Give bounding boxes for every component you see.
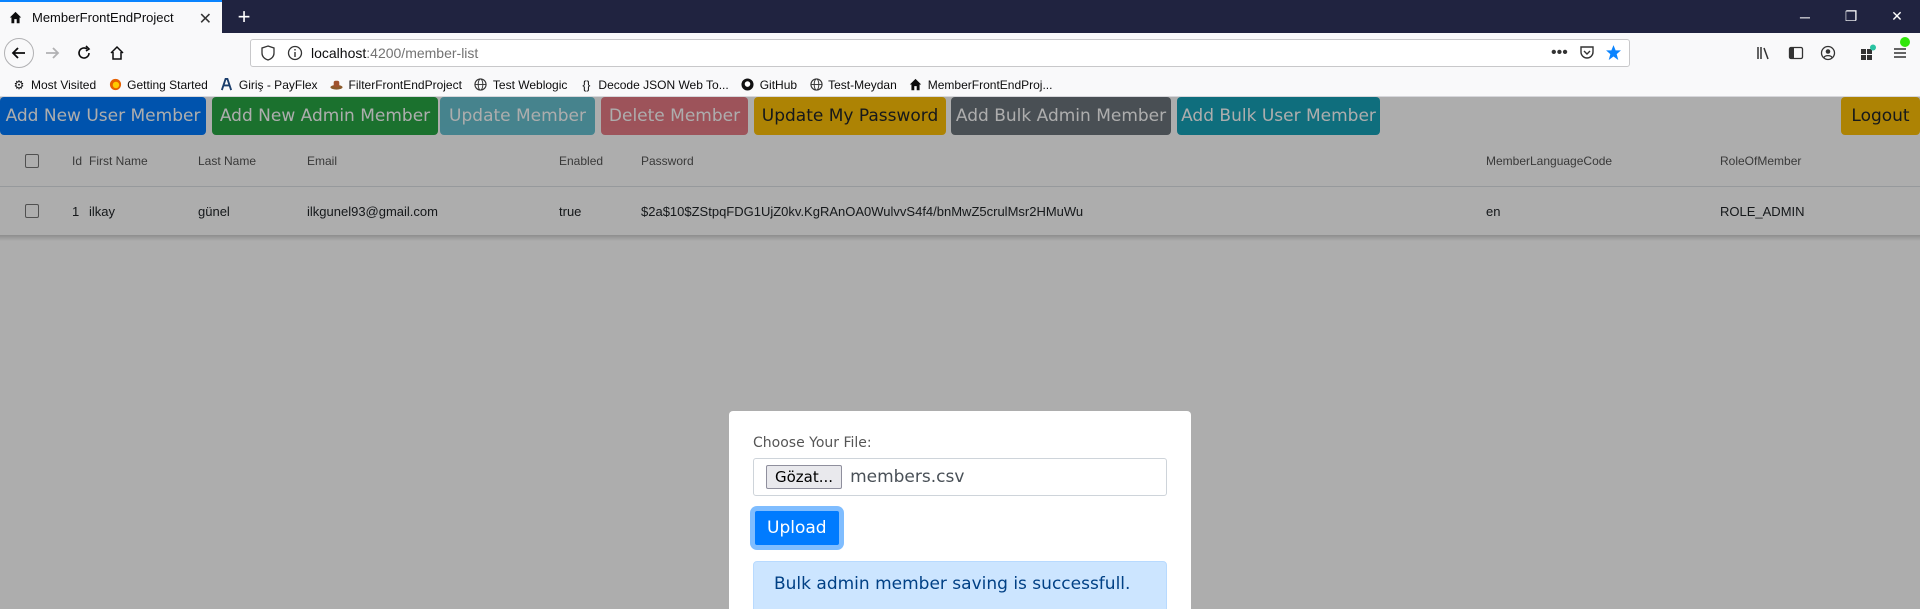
bookmark-payflex[interactable]: Giriş - PayFlex [220,78,318,92]
home-icon [8,11,22,25]
sidebar-icon[interactable] [1786,43,1806,63]
bookmark-most-visited[interactable]: ⚙ Most Visited [12,77,97,92]
address-bar[interactable]: localhost:4200/member-list ••• [250,39,1630,67]
home-icon[interactable] [103,39,131,67]
upload-modal: Choose Your File: Gözat... members.csv U… [729,411,1191,609]
gear-icon: ⚙ [13,77,25,92]
new-tab-icon[interactable]: + [232,4,256,30]
bookmark-test-meydan[interactable]: Test-Meydan [809,78,897,92]
bookmark-github[interactable]: GitHub [741,78,797,92]
bookmark-filterfrontend[interactable]: FilterFrontEndProject [330,78,462,92]
tab-title: MemberFrontEndProject [32,10,174,25]
menu-icon[interactable] [1890,37,1910,63]
bookmark-getting-started[interactable]: Getting Started [108,78,208,92]
bookmark-test-weblogic[interactable]: Test Weblogic [474,78,567,92]
browser-tab-bar: MemberFrontEndProject ✕ + ─ ❐ ✕ [0,0,1920,33]
close-window-icon[interactable]: ✕ [1874,0,1920,33]
back-icon[interactable] [4,38,34,68]
payflex-icon [220,78,234,92]
bookmark-decode-jwt[interactable]: {} Decode JSON Web To... [579,78,728,92]
browse-button[interactable]: Gözat... [766,465,843,489]
shield-icon[interactable] [261,45,275,66]
extensions-icon[interactable] [1858,43,1878,63]
minimize-icon[interactable]: ─ [1782,0,1828,33]
page-content: Add New User Member Add New Admin Member… [0,97,1920,609]
bookmarks-toolbar: ⚙ Most Visited Getting Started Giriş - P… [0,73,1920,97]
reload-icon[interactable] [70,39,98,67]
bookmark-star-icon[interactable] [1605,44,1622,66]
braces-icon: {} [582,77,591,92]
forward-icon[interactable] [38,39,66,67]
file-name: members.csv [850,467,965,487]
browser-tab[interactable]: MemberFrontEndProject ✕ [0,0,222,33]
file-input[interactable]: Gözat... members.csv [753,458,1167,496]
bookmark-memberfrontend[interactable]: MemberFrontEndProj... [909,78,1052,92]
success-alert: Bulk admin member saving is successfull. [753,561,1167,609]
home-icon [909,78,923,92]
library-icon[interactable] [1754,43,1774,63]
url-text: localhost:4200/member-list [311,45,479,61]
navigation-bar: localhost:4200/member-list ••• [0,33,1920,73]
globe-icon [474,78,488,92]
hat-icon [330,78,344,92]
restore-icon[interactable]: ❐ [1828,0,1874,33]
firefox-icon [108,78,122,92]
globe-icon [809,78,823,92]
github-icon [741,78,755,92]
info-icon[interactable] [287,45,303,66]
file-label: Choose Your File: [753,435,872,451]
close-tab-icon[interactable]: ✕ [199,9,212,29]
page-actions-icon[interactable]: ••• [1551,44,1568,62]
update-badge-icon [1900,37,1910,47]
account-icon[interactable] [1818,43,1838,63]
pocket-icon[interactable] [1579,44,1595,65]
upload-button[interactable]: Upload [753,509,841,547]
